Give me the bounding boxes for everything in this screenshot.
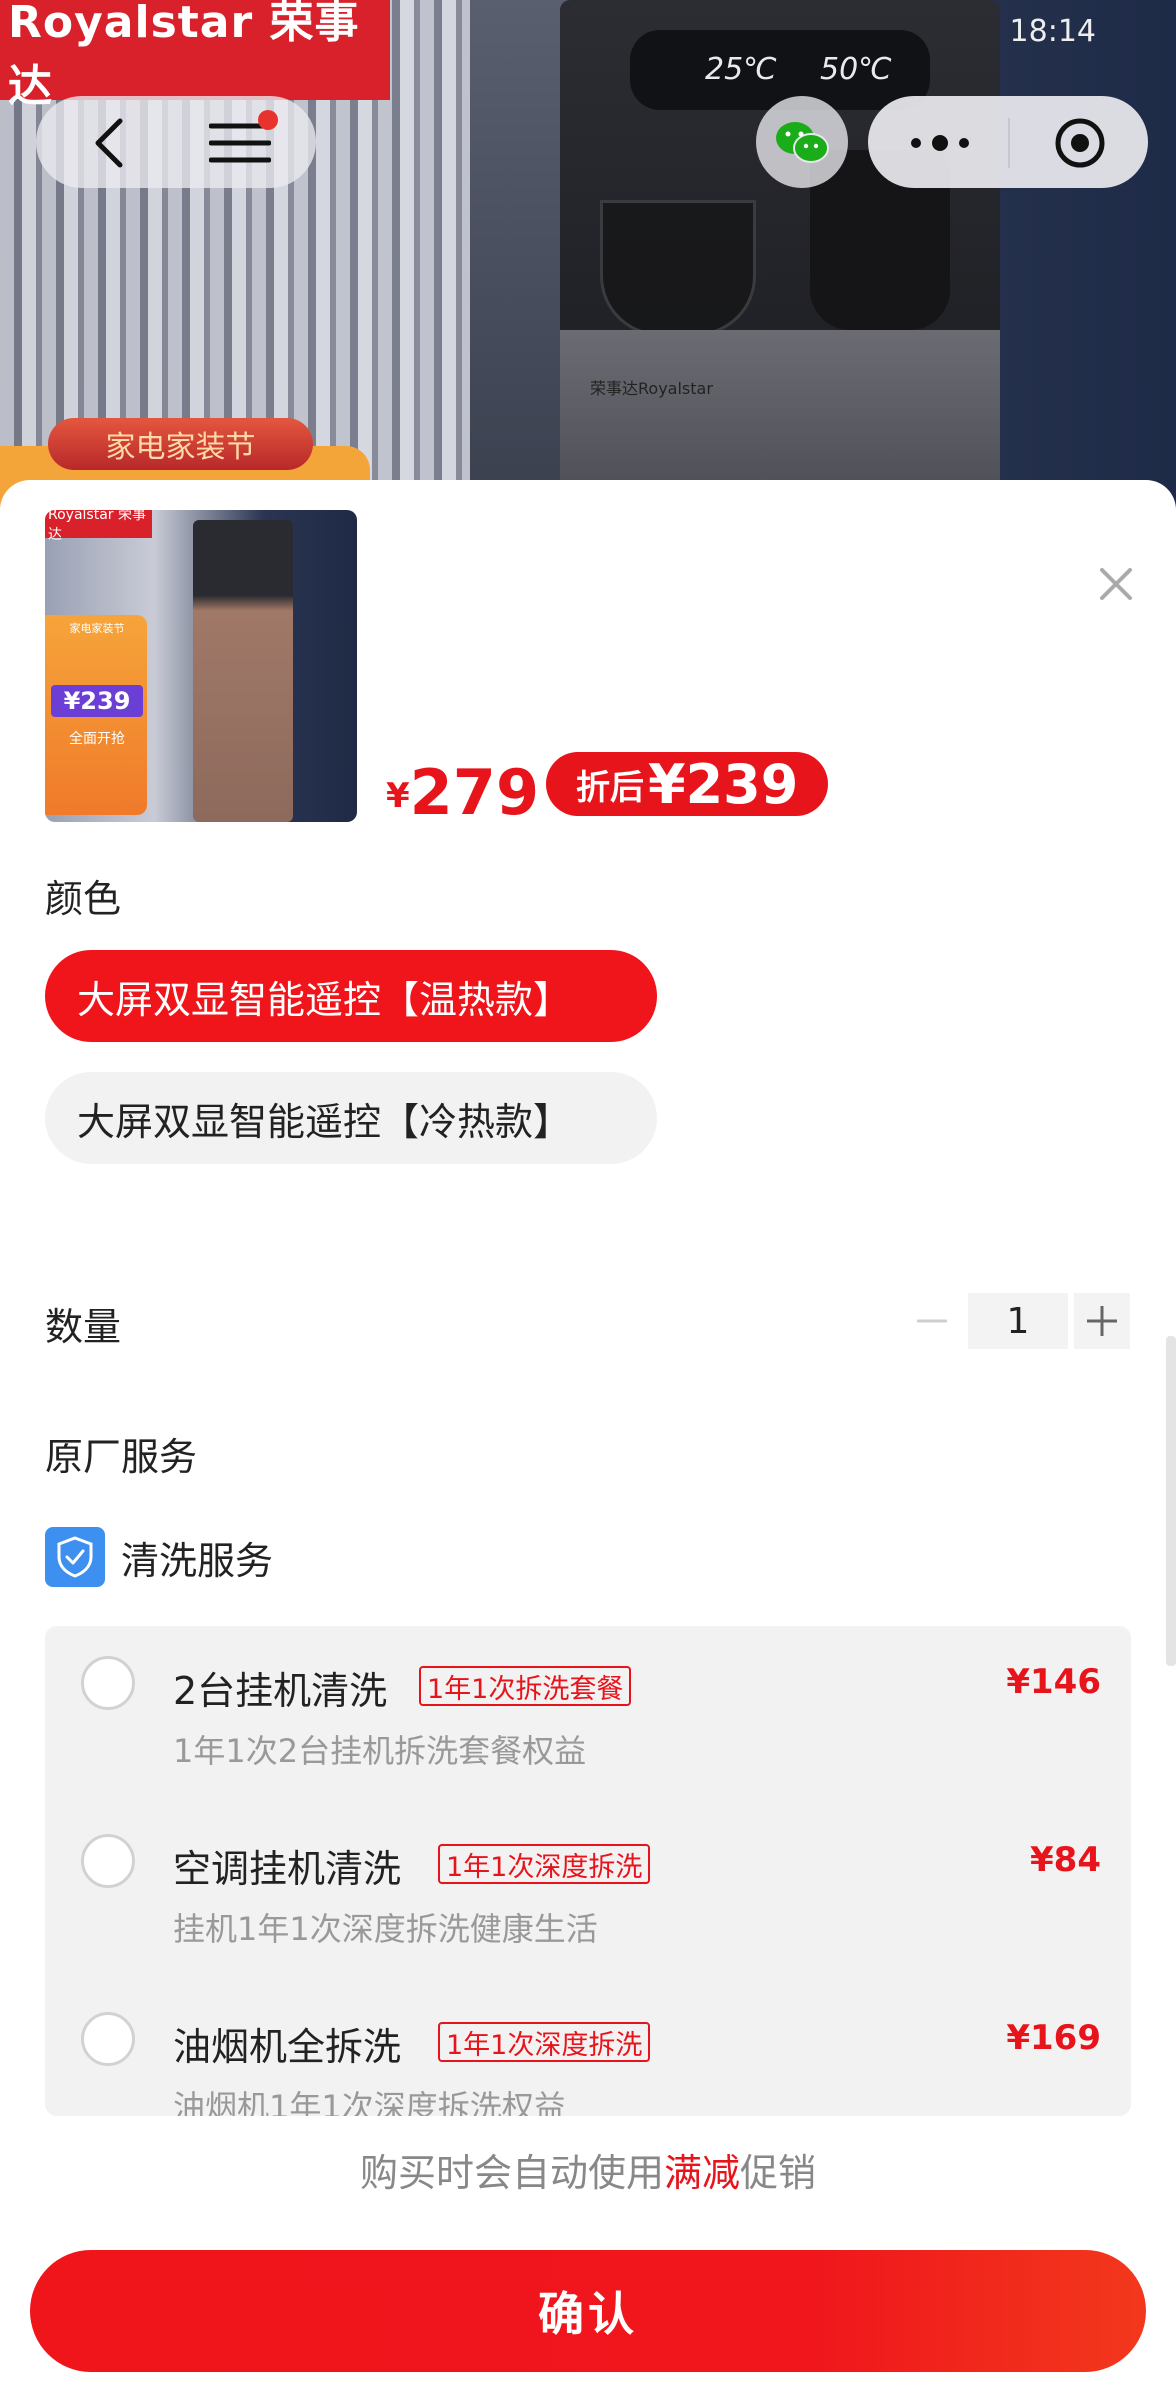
decrease-button[interactable] — [902, 1291, 962, 1351]
service-radio[interactable] — [81, 1656, 135, 1710]
promo-note-text: 购买时会自动使用 — [359, 2151, 664, 2195]
service-section-label: 原厂服务 — [45, 1435, 198, 1479]
promo-note: 购买时会自动使用满减促销 — [0, 2142, 1176, 2197]
thumb-promo-line: 全面开抢 — [69, 731, 125, 747]
product-price: 279 — [409, 756, 540, 829]
quantity-value[interactable]: 1 — [968, 1293, 1068, 1349]
brand-logo: Royalstar 荣事达 — [0, 0, 390, 112]
scrollbar[interactable] — [1166, 1336, 1176, 1666]
service-title: 2台挂机清洗 — [173, 1669, 388, 1713]
service-title: 油烟机全拆洗 — [173, 2025, 402, 2069]
status-time: 18:14 — [1009, 14, 1096, 49]
price-row: ¥ 279 — [386, 748, 539, 828]
close-miniapp-button[interactable] — [1030, 108, 1130, 178]
promo-note-highlight: 满减 — [663, 2151, 740, 2195]
capsule-divider — [1008, 118, 1010, 168]
close-button[interactable] — [1092, 560, 1140, 608]
shield-icon — [45, 1527, 105, 1587]
color-option-warm[interactable]: 大屏双显智能遥控【温热款】 — [45, 950, 657, 1042]
thumb-brand-logo: Royalstar 荣事达 — [45, 510, 152, 543]
target-icon — [1055, 118, 1105, 168]
plus-icon — [1087, 1306, 1117, 1336]
more-dots-icon — [911, 135, 969, 151]
thumb-price-badge: ¥239 — [51, 685, 143, 717]
service-subtitle: 挂机1年1次深度拆洗健康生活 — [173, 1910, 598, 1948]
quantity-label: 数量 — [45, 1305, 122, 1349]
discount-price: ¥239 — [648, 752, 799, 816]
display-temp-2: 50℃ — [820, 52, 892, 87]
close-icon — [1100, 568, 1132, 600]
color-option-cold[interactable]: 大屏双显智能遥控【冷热款】 — [45, 1072, 657, 1164]
glass-pot — [600, 200, 756, 336]
color-label: 颜色 — [45, 877, 122, 921]
currency-symbol: ¥ — [386, 776, 410, 816]
back-button[interactable] — [70, 108, 150, 178]
product-hero-image: 25℃ 50℃ 荣事达Royalstar Royalstar 荣事达 家电家装节 — [0, 0, 1176, 520]
quantity-stepper: 1 — [902, 1291, 1130, 1351]
thumb-machine — [193, 520, 293, 822]
service-subtitle: 1年1次2台挂机拆洗套餐权益 — [173, 1732, 587, 1770]
service-tag: 1年1次深度拆洗 — [438, 1844, 651, 1884]
service-radio[interactable] — [81, 2012, 135, 2066]
service-item[interactable]: 空调挂机清洗 1年1次深度拆洗 挂机1年1次深度拆洗健康生活 ¥84 — [45, 1804, 1131, 1964]
sku-selector-sheet: Royalstar 荣事达 家电家装节 ¥239 全面开抢 ¥ 279 折后 ¥… — [0, 480, 1176, 2400]
wechat-button[interactable] — [756, 96, 848, 188]
service-item[interactable]: 油烟机全拆洗 1年1次深度拆洗 油烟机1年1次深度拆洗权益 ¥169 — [45, 1982, 1131, 2116]
display-temp-1: 25℃ — [705, 52, 777, 87]
discount-price-badge: 折后 ¥239 — [546, 752, 829, 816]
service-tag: 1年1次深度拆洗 — [438, 2022, 651, 2062]
confirm-button[interactable]: 确认 — [30, 2250, 1146, 2372]
service-category-label: 清洗服务 — [121, 1539, 274, 1583]
service-price: ¥169 — [1006, 2018, 1101, 2058]
service-list: 2台挂机清洗 1年1次拆洗套餐 1年1次2台挂机拆洗套餐权益 ¥146 空调挂机… — [45, 1626, 1131, 2116]
notification-dot — [258, 110, 278, 130]
water-dispenser-image: 25℃ 50℃ 荣事达Royalstar — [560, 0, 1000, 520]
service-tag: 1年1次拆洗套餐 — [419, 1666, 632, 1706]
increase-button[interactable] — [1074, 1293, 1130, 1349]
service-title: 空调挂机清洗 — [173, 1847, 402, 1891]
service-price: ¥146 — [1006, 1662, 1101, 1702]
service-radio[interactable] — [81, 1834, 135, 1888]
service-price: ¥84 — [1030, 1840, 1101, 1880]
chevron-left-icon — [95, 118, 123, 168]
service-subtitle: 油烟机1年1次深度拆洗权益 — [173, 2088, 566, 2116]
thumb-promo-line: 家电家装节 — [69, 622, 125, 635]
wechat-icon — [776, 122, 829, 163]
service-item[interactable]: 2台挂机清洗 1年1次拆洗套餐 1年1次2台挂机拆洗套餐权益 ¥146 — [45, 1626, 1131, 1786]
product-thumbnail[interactable]: Royalstar 荣事达 家电家装节 ¥239 全面开抢 — [45, 510, 357, 822]
discount-label: 折后 — [576, 767, 644, 808]
more-button[interactable] — [880, 108, 1000, 178]
promo-note-suffix: 促销 — [740, 2151, 817, 2195]
minus-icon — [917, 1319, 947, 1323]
machine-brand-text: 荣事达Royalstar — [590, 379, 713, 398]
festival-badge: 家电家装节 — [48, 418, 313, 470]
